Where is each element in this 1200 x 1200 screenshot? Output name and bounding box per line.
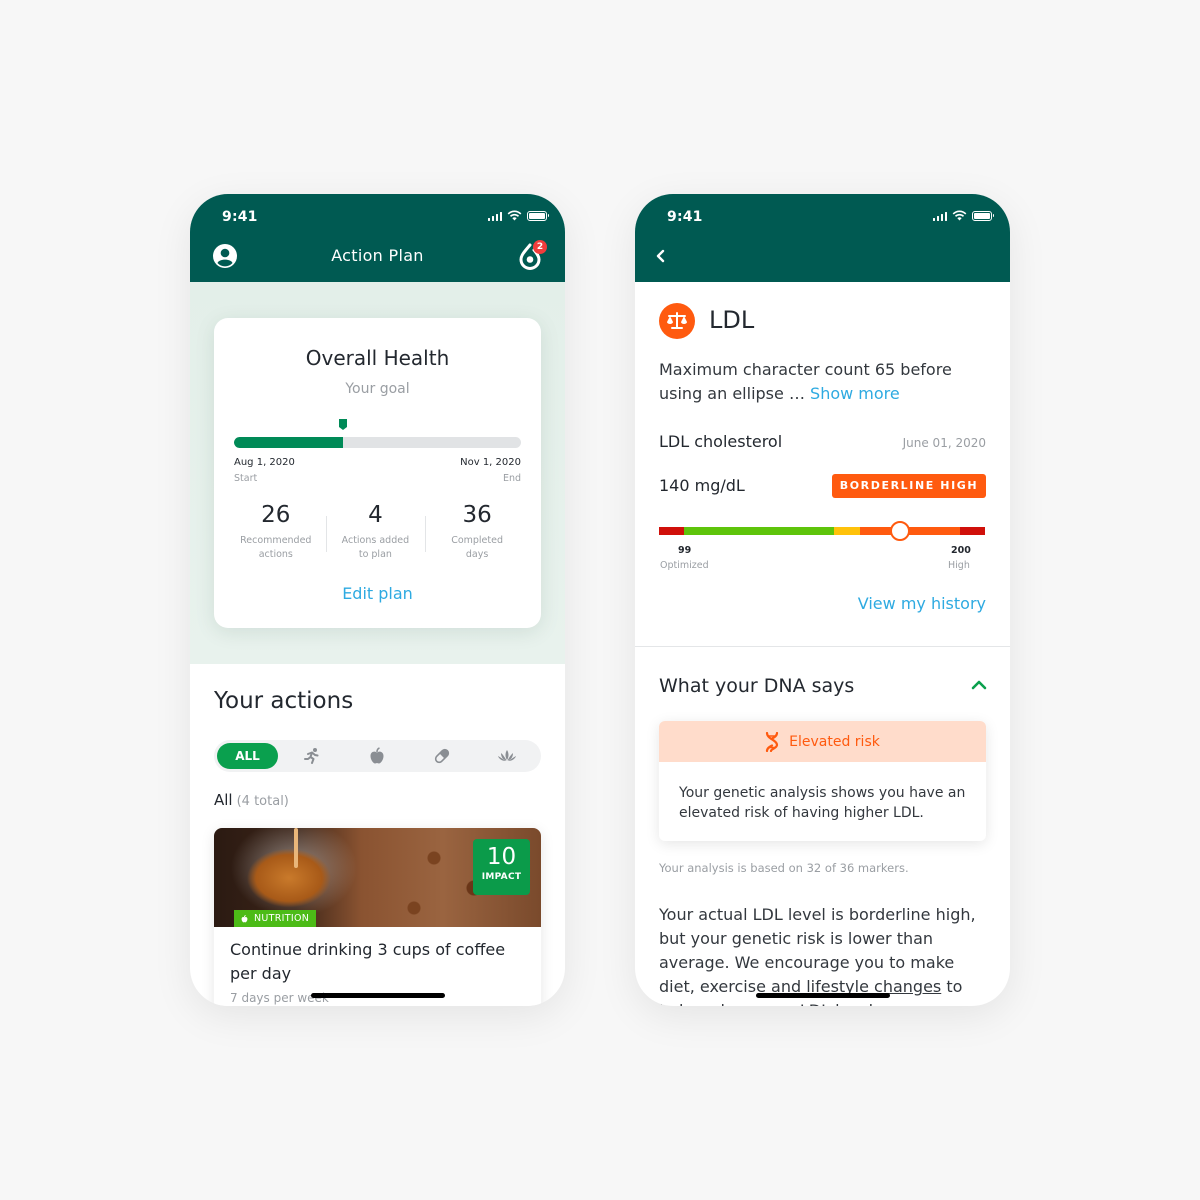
stat-label: Recommended actions (240, 535, 312, 560)
stat-value: 4 (368, 502, 383, 528)
stat-label: Actions added to plan (341, 535, 410, 560)
stat-value: 36 (462, 502, 492, 528)
status-icons (932, 210, 994, 221)
range-segment (860, 527, 960, 535)
view-history-link[interactable]: View my history (858, 594, 986, 613)
range-segment (834, 527, 861, 535)
action-card[interactable]: 10 IMPACT NUTRITION Continue drinking 3 … (214, 828, 541, 1006)
running-icon[interactable] (302, 746, 322, 766)
apple-icon (241, 914, 248, 922)
notification-badge: 2 (533, 240, 547, 254)
stat-label: Completed days (451, 535, 504, 560)
action-plan-screen: 9:41 Action Plan 2 Overall Health Your g… (190, 194, 565, 1006)
overall-health-card: Overall Health Your goal Aug 1, 2020 Nov… (214, 318, 541, 628)
home-indicator[interactable] (311, 993, 445, 998)
chevron-left-icon[interactable] (653, 246, 669, 266)
description-text: Maximum character count 65 before using … (659, 360, 952, 403)
section-title: Your actions (214, 688, 354, 714)
card-title: Overall Health (305, 346, 450, 370)
chevron-up-icon[interactable] (970, 678, 988, 692)
stat-value: 26 (261, 502, 291, 528)
range-segment (959, 527, 985, 535)
category-filter: ALL (214, 740, 541, 772)
show-more-link[interactable]: Show more (810, 384, 900, 403)
range-knob (889, 521, 910, 541)
impact-label: IMPACT (481, 872, 522, 882)
wifi-icon (507, 210, 522, 221)
tick-value-high: 200 (951, 545, 971, 556)
category-tag: NUTRITION (234, 910, 317, 927)
status-time: 9:41 (222, 209, 258, 225)
action-title: Continue drinking 3 cups of coffee per d… (230, 940, 506, 983)
stat-recommended: 26 Recommended actions (226, 500, 326, 562)
tick-label-low: Optimized (660, 560, 709, 571)
risk-text: Your genetic analysis shows you have an … (679, 785, 966, 821)
scale-icon (659, 303, 695, 339)
apple-icon[interactable] (367, 746, 387, 766)
header: 9:41 (635, 194, 1010, 282)
ldl-detail-screen: 9:41 LDL Maximum character count 65 befo… (635, 194, 1010, 1006)
goal-progress-bar (234, 437, 521, 448)
filter-all-tab[interactable]: ALL (217, 743, 278, 769)
header: 9:41 Action Plan 2 (190, 194, 565, 282)
dna-icon (766, 731, 779, 752)
end-label: End (502, 473, 521, 484)
lotus-icon[interactable] (497, 746, 517, 766)
stat-added: 4 Actions added to plan (325, 500, 426, 562)
markers-note: Your analysis is based on 32 of 36 marke… (659, 861, 909, 875)
start-label: Start (234, 473, 258, 484)
list-heading: All (4 total) (214, 791, 289, 809)
measurement-date: June 01, 2020 (902, 436, 986, 450)
list-heading-label: All (214, 791, 233, 809)
range-segment (684, 527, 835, 535)
edit-plan-link[interactable]: Edit plan (214, 584, 541, 603)
impact-value: 10 (486, 844, 517, 870)
dna-section-title[interactable]: What your DNA says (659, 675, 854, 697)
category-label: NUTRITION (254, 913, 310, 924)
tick-label-high: High (948, 560, 970, 571)
risk-label: Elevated risk (789, 733, 880, 750)
start-date: Aug 1, 2020 (234, 457, 295, 468)
impact-badge: 10 IMPACT (473, 839, 530, 895)
stat-completed: 36 Completed days (425, 500, 529, 562)
tick-value-low: 99 (678, 545, 692, 556)
status-icons (487, 210, 549, 221)
coffee-stream (294, 828, 298, 868)
measurement-value: 140 mg/dL (659, 476, 745, 495)
status-time: 9:41 (667, 209, 703, 225)
range-bar (659, 527, 985, 535)
list-count: (4 total) (236, 794, 289, 809)
range-segment (659, 527, 685, 535)
battery-icon (972, 210, 994, 221)
card-subtitle: Your goal (345, 381, 410, 397)
wifi-icon (952, 210, 967, 221)
end-date: Nov 1, 2020 (460, 457, 521, 468)
battery-icon (527, 210, 549, 221)
signal-icon (487, 211, 502, 221)
marker-description: Maximum character count 65 before using … (659, 358, 989, 406)
measurement-label: LDL cholesterol (659, 432, 783, 451)
summary-text: Your actual LDL level is borderline high… (659, 903, 989, 1006)
pill-icon[interactable] (432, 746, 452, 766)
goal-progress-fill (234, 437, 344, 448)
page-title: Action Plan (331, 246, 424, 265)
progress-marker-icon (339, 419, 348, 430)
status-badge: BORDERLINE HIGH (832, 474, 986, 498)
risk-card: Elevated risk Your genetic analysis show… (659, 721, 986, 841)
overview-section: Overall Health Your goal Aug 1, 2020 Nov… (190, 282, 565, 664)
stats-row: 26 Recommended actions 4 Actions added t… (226, 500, 529, 562)
marker-title: LDL (709, 306, 755, 334)
risk-header: Elevated risk (659, 721, 986, 762)
divider (635, 646, 1010, 647)
home-indicator[interactable] (756, 993, 890, 998)
signal-icon (932, 211, 947, 221)
